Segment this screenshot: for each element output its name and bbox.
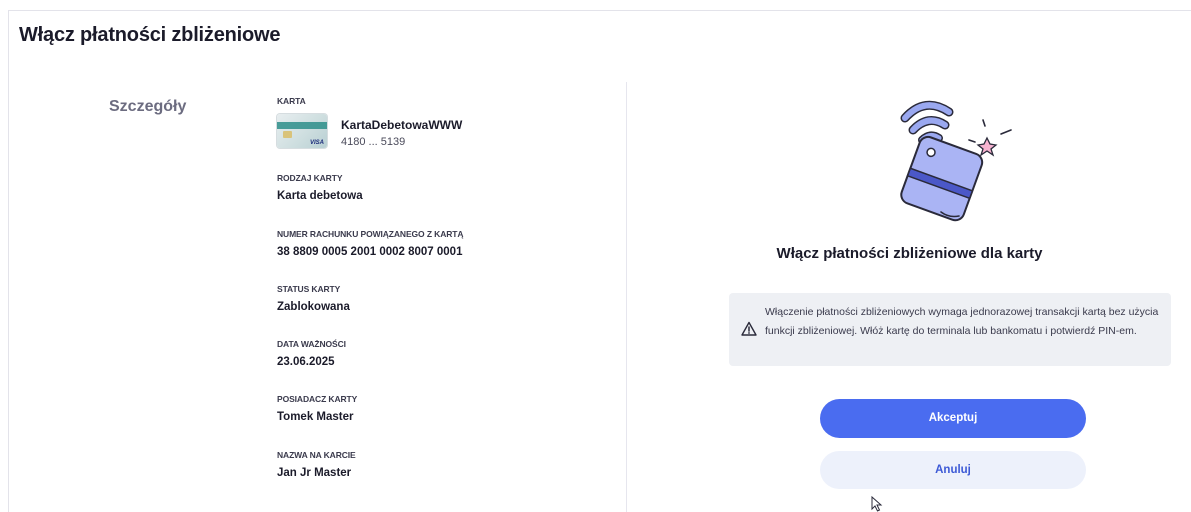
page-title: Włącz płatności zbliżeniowe — [19, 24, 281, 46]
info-notice: Włączenie płatności zbliżeniowych wymaga… — [729, 293, 1171, 366]
card-status-value: Zablokowana — [277, 301, 350, 313]
name-on-card-value: Jan Jr Master — [277, 467, 352, 479]
holder-value: Tomek Master — [277, 411, 354, 423]
linked-account-value: 38 8809 0005 2001 0002 8007 0001 — [277, 246, 463, 258]
expiry-label: DATA WAŻNOŚCI — [277, 339, 346, 349]
card-label: KARTA — [277, 96, 306, 106]
card-type-label: RODZAJ KARTY — [277, 173, 343, 183]
mouse-pointer-icon — [871, 496, 883, 512]
notice-text: Włączenie płatności zbliżeniowych wymaga… — [765, 306, 1159, 337]
card-status-label: STATUS KARTY — [277, 284, 341, 294]
card-name: KartaDebetowaWWW — [341, 118, 463, 132]
promo-title: Włącz płatności zbliżeniowe dla karty — [776, 245, 1043, 262]
expiry-value: 23.06.2025 — [277, 356, 335, 368]
warning-icon — [741, 321, 757, 336]
section-label: Szczegóły — [109, 98, 187, 115]
contactless-card-icon — [900, 100, 1012, 222]
column-divider — [626, 82, 627, 512]
accept-button[interactable]: Akceptuj — [820, 399, 1086, 438]
cancel-button[interactable]: Anuluj — [820, 451, 1086, 489]
card-thumbnail: VISA — [277, 114, 327, 148]
card-type-value: Karta debetowa — [277, 190, 363, 202]
name-on-card-label: NAZWA NA KARCIE — [277, 450, 356, 460]
card-brand: VISA — [309, 140, 324, 146]
holder-label: POSIADACZ KARTY — [277, 394, 358, 404]
linked-account-label: NUMER RACHUNKU POWIĄZANEGO Z KARTĄ — [277, 229, 464, 239]
card-number: 4180 ... 5139 — [341, 136, 406, 148]
